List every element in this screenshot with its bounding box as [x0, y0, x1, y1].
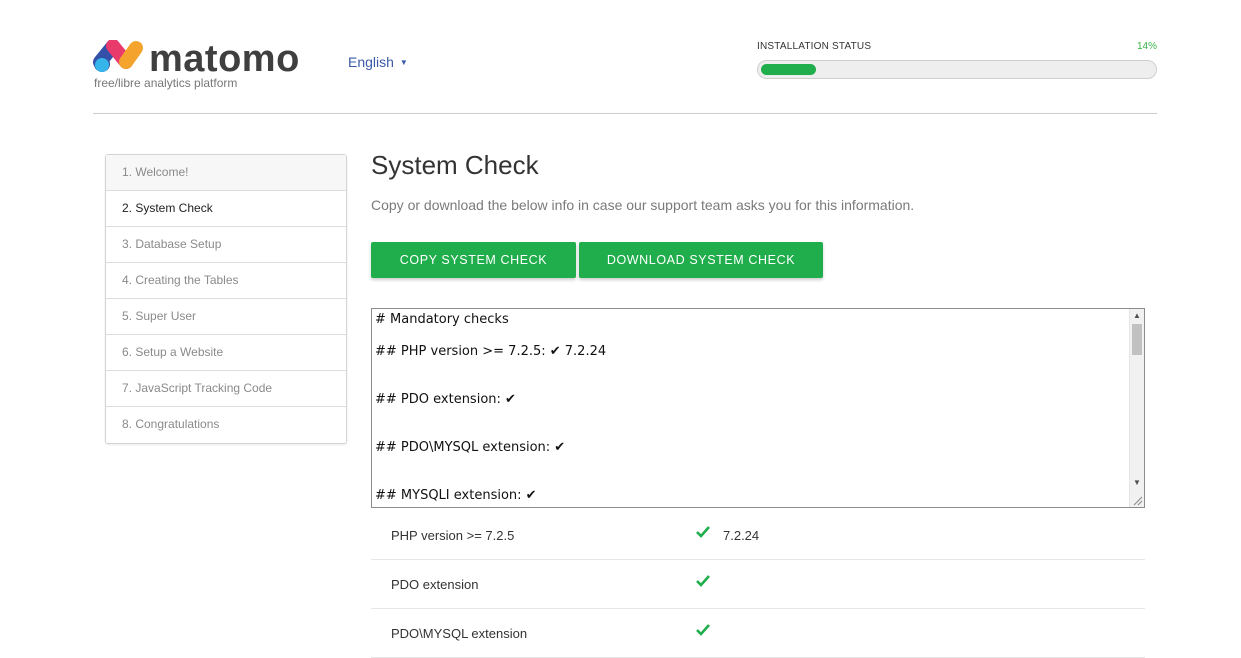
step-item: 7. JavaScript Tracking Code	[106, 371, 346, 407]
check-icon	[696, 624, 710, 636]
system-check-results: PHP version >= 7.2.5 7.2.24 PDO extension P…	[371, 511, 1145, 658]
system-check-line: # Mandatory checks	[375, 312, 509, 327]
scrollbar-thumb[interactable]	[1132, 324, 1142, 355]
step-item: 4. Creating the Tables	[106, 263, 346, 299]
installation-status: INSTALLATION STATUS 14%	[757, 41, 1157, 79]
result-value: 7.2.24	[723, 528, 760, 543]
header-divider	[93, 113, 1157, 114]
installation-progress-fill	[761, 64, 816, 75]
copy-system-check-button[interactable]: COPY SYSTEM CHECK	[371, 242, 576, 278]
step-item: 1. Welcome!	[106, 155, 346, 191]
system-check-line: ## PDO extension: ✔	[375, 392, 516, 407]
matomo-logo-icon	[93, 40, 143, 72]
textarea-scrollbar[interactable]: ▲ ▼	[1129, 309, 1144, 507]
step-item: 2. System Check	[106, 191, 346, 227]
system-check-textarea[interactable]: # Mandatory checks ## PHP version >= 7.2.…	[371, 308, 1145, 508]
resize-grip-icon[interactable]	[1131, 494, 1143, 506]
scroll-down-arrow-icon[interactable]: ▼	[1130, 477, 1144, 489]
check-icon	[696, 526, 710, 538]
installation-percent: 14%	[1136, 41, 1157, 52]
step-item: 6. Setup a Website	[106, 335, 346, 371]
system-check-line: ## MYSQLI extension: ✔	[375, 488, 537, 503]
language-label: English	[348, 54, 394, 70]
installation-progress-bar	[757, 60, 1157, 79]
logo-tagline: free/libre analytics platform	[94, 76, 238, 90]
language-selector[interactable]: English ▼	[348, 54, 408, 70]
download-system-check-button[interactable]: DOWNLOAD SYSTEM CHECK	[579, 242, 823, 278]
system-check-line: ## PDO\MYSQL extension: ✔	[375, 440, 566, 455]
step-item: 8. Congratulations	[122, 417, 220, 431]
result-label: PHP version >= 7.2.5	[391, 528, 515, 543]
result-row: PHP version >= 7.2.5 7.2.24	[371, 511, 1145, 560]
scroll-up-arrow-icon[interactable]: ▲	[1130, 310, 1144, 322]
page-subtitle: Copy or download the below info in case …	[371, 197, 915, 213]
caret-down-icon: ▼	[399, 58, 408, 67]
logo-wordmark: matomo	[149, 38, 300, 80]
installation-steps: 1. Welcome! 2. System Check 3. Database Se…	[105, 154, 347, 444]
result-row: PDO extension	[371, 560, 1145, 609]
check-icon	[696, 575, 710, 587]
installation-status-label: INSTALLATION STATUS	[757, 41, 872, 52]
matomo-logo[interactable]: matomo free/libre analytics platform	[93, 38, 323, 94]
step-item: 3. Database Setup	[106, 227, 346, 263]
system-check-line: ## PHP version >= 7.2.5: ✔ 7.2.24	[375, 344, 607, 359]
page-title: System Check	[371, 150, 539, 180]
result-label: PDO extension	[391, 577, 479, 592]
result-label: PDO\MYSQL extension	[391, 626, 528, 641]
step-item: 5. Super User	[106, 299, 346, 335]
